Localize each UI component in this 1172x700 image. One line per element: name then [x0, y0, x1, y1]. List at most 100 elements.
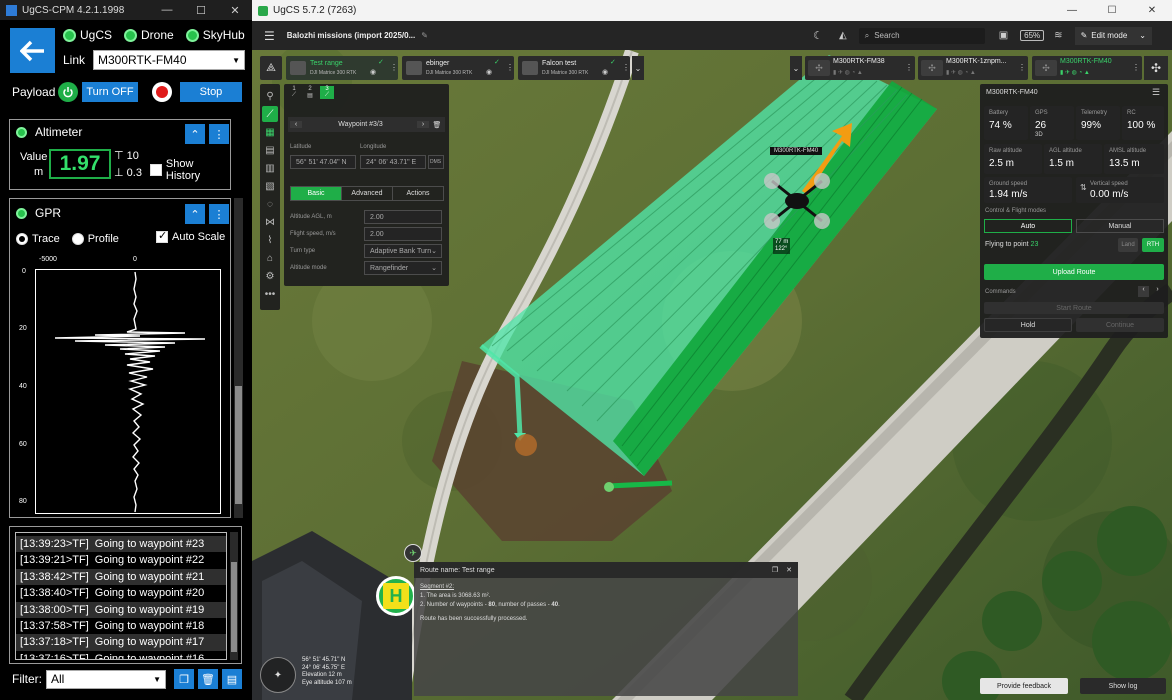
edit-pencil-icon[interactable]: ✎: [421, 31, 428, 40]
continue-button[interactable]: Continue: [1076, 318, 1164, 332]
log-entry[interactable]: [13:38:00>TF] Going to waypoint #19: [16, 601, 226, 618]
vehicle-card[interactable]: ✣ M300RTK-FM40 ▮ ✈ ◍ ◔ ▲ ⋮: [1032, 56, 1142, 80]
log-entry[interactable]: [13:38:42>TF] Going to waypoint #21: [16, 568, 226, 586]
record-icon[interactable]: [152, 82, 172, 102]
tab-actions[interactable]: Actions: [392, 187, 443, 200]
stop-button[interactable]: Stop: [180, 82, 242, 102]
delete-waypoint-icon[interactable]: 🗑: [431, 121, 443, 129]
prev-waypoint-icon[interactable]: ‹: [290, 121, 302, 128]
corridor-icon[interactable]: ⌇: [262, 232, 278, 248]
waypoint-field-input[interactable]: 2.00: [364, 210, 442, 224]
close-panel-icon[interactable]: ✕: [786, 566, 792, 574]
vehicles-expand-icon[interactable]: ⌄: [790, 56, 802, 80]
route-add-icon[interactable]: ⟁: [260, 56, 282, 80]
pin-icon[interactable]: ⚲: [262, 88, 278, 104]
telemetry-menu-icon[interactable]: ☰: [1152, 87, 1160, 98]
more-vertical-icon[interactable]: ⋮: [209, 204, 229, 224]
log-entry[interactable]: [13:39:23>TF] Going to waypoint #23: [16, 536, 226, 553]
land-button[interactable]: Land: [1118, 238, 1138, 252]
layers-icon[interactable]: ≋: [1054, 30, 1062, 41]
grid-icon[interactable]: ▤: [262, 142, 278, 158]
search-input[interactable]: ⌕ Search: [858, 27, 985, 44]
menu-icon[interactable]: ☰: [264, 29, 275, 43]
area-scan-icon[interactable]: ▦: [262, 124, 278, 140]
drone-icon[interactable]: [752, 161, 842, 241]
upload-route-button[interactable]: Upload Route: [984, 264, 1164, 280]
longitude-input[interactable]: 24° 06' 43.71" E: [360, 155, 426, 169]
perimeter-icon[interactable]: ⋈: [262, 214, 278, 230]
close-icon[interactable]: ✕: [218, 4, 252, 17]
more-vertical-icon[interactable]: ⋮: [506, 63, 514, 72]
collapse-icon[interactable]: ⌃: [185, 204, 205, 224]
next-waypoint-icon[interactable]: ›: [417, 121, 429, 128]
log-entry[interactable]: [13:38:40>TF] Going to waypoint #20: [16, 585, 226, 602]
circle-icon[interactable]: ◌: [262, 196, 278, 212]
pin-panel-icon[interactable]: ❐: [772, 566, 778, 574]
action-icon[interactable]: ⚙: [262, 268, 278, 284]
route-card[interactable]: Falcon test DJI Matrice 300 RTK ✓ ◉ ⋮: [518, 56, 630, 80]
facade-icon[interactable]: ▧: [262, 178, 278, 194]
log-entry[interactable]: [13:37:16>TF] Going to waypoint #16: [16, 650, 226, 659]
visibility-icon[interactable]: ◉: [370, 68, 376, 76]
more-vertical-icon[interactable]: ⋮: [1018, 63, 1026, 72]
clipboard-icon[interactable]: ▣: [999, 30, 1008, 41]
home-marker-icon[interactable]: H: [376, 576, 416, 616]
visibility-icon[interactable]: ◉: [486, 68, 492, 76]
route-card[interactable]: ebinger DJI Matrice 300 RTK ✓ ◉ ⋮: [402, 56, 514, 80]
turn-off-button[interactable]: Turn OFF: [82, 82, 138, 102]
copy-icon[interactable]: ❐: [174, 669, 194, 689]
collapse-icon[interactable]: ⌃: [185, 124, 205, 144]
log-scrollbar[interactable]: [230, 532, 238, 660]
building-icon[interactable]: ⌂: [262, 250, 278, 266]
photogrammetry-icon[interactable]: ▥: [262, 160, 278, 176]
tab-advanced[interactable]: Advanced: [341, 187, 392, 200]
close-icon[interactable]: ✕: [1132, 5, 1172, 16]
more-vertical-icon[interactable]: ⋮: [905, 63, 913, 72]
route-tool-icon[interactable]: ⟋: [262, 106, 278, 122]
more-vertical-icon[interactable]: ⋮: [622, 63, 630, 72]
minimize-icon[interactable]: —: [150, 4, 184, 16]
profile-radio[interactable]: [71, 233, 84, 245]
commands-prev-icon[interactable]: ‹: [1138, 286, 1149, 297]
terrain-icon[interactable]: ◭: [839, 30, 847, 41]
dms-button[interactable]: DMS: [428, 155, 444, 169]
trace-radio[interactable]: [16, 233, 28, 245]
power-icon[interactable]: [58, 82, 78, 102]
filter-select[interactable]: All ▼: [46, 669, 166, 689]
tool-tab-2[interactable]: 2 ▤: [304, 86, 316, 99]
waypoint-field-input[interactable]: 2.00: [364, 227, 442, 241]
trash-icon[interactable]: 🗑: [198, 669, 218, 689]
tool-tab-1[interactable]: 1 ⟋: [288, 86, 300, 99]
routes-expand-icon[interactable]: ⌄: [632, 56, 644, 80]
start-route-button[interactable]: Start Route: [984, 302, 1164, 314]
save-log-icon[interactable]: ▤: [222, 669, 242, 689]
show-log-button[interactable]: Show log: [1080, 678, 1166, 694]
link-select[interactable]: M300RTK-FM40 ▼: [93, 50, 246, 70]
rth-button[interactable]: RTH: [1142, 238, 1164, 252]
log-entry[interactable]: [13:39:21>TF] Going to waypoint #22: [16, 552, 226, 569]
drone-settings-icon[interactable]: ✣: [1144, 56, 1168, 80]
provide-feedback-button[interactable]: Provide feedback: [980, 678, 1068, 694]
minimize-icon[interactable]: —: [1052, 5, 1092, 16]
vehicle-card[interactable]: ✣ M300RTK-FM38 ▮ ✈ ◍ ◔ ▲ ⋮: [805, 56, 915, 80]
auto-scale-checkbox[interactable]: ✓: [156, 230, 168, 243]
visibility-icon[interactable]: ◉: [602, 68, 608, 76]
more-vertical-icon[interactable]: ⋮: [209, 124, 229, 144]
latitude-input[interactable]: 56° 51' 47.04" N: [290, 155, 356, 169]
auto-mode-button[interactable]: Auto: [984, 219, 1072, 233]
log-entry[interactable]: [13:37:18>TF] Going to waypoint #17: [16, 634, 226, 651]
commands-next-icon[interactable]: ›: [1152, 286, 1163, 297]
vehicle-card[interactable]: ✣ M300RTK-1znpm... ▮ ✈ ◍ ◔ ▲ ⋮: [918, 56, 1028, 80]
tool-tab-3[interactable]: 3 ⟋: [320, 86, 334, 99]
waypoint-marker-icon[interactable]: ✈: [404, 544, 422, 562]
back-button[interactable]: [10, 28, 55, 73]
maximize-icon[interactable]: ☐: [1092, 5, 1132, 16]
maximize-icon[interactable]: ☐: [184, 4, 218, 17]
hold-button[interactable]: Hold: [984, 318, 1072, 332]
night-mode-icon[interactable]: ☾: [813, 29, 823, 42]
show-history-checkbox[interactable]: [150, 164, 162, 176]
more-vertical-icon[interactable]: ⋮: [390, 63, 398, 72]
gpr-scrollbar[interactable]: [234, 198, 243, 518]
waypoint-field-input[interactable]: Adaptive Bank Turn ⌄: [364, 244, 442, 258]
more-vertical-icon[interactable]: ⋮: [1132, 63, 1140, 72]
